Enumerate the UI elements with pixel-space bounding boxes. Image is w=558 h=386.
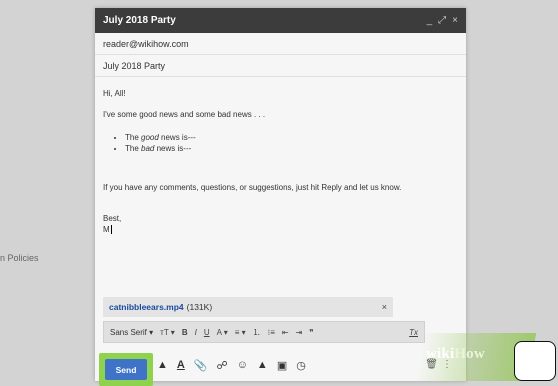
send-button[interactable]: Send <box>105 359 147 380</box>
cursor-box <box>514 341 556 381</box>
underline-button[interactable]: U <box>204 328 210 337</box>
body-line-2: If you have any comments, questions, or … <box>103 183 402 192</box>
drive-icon[interactable]: ▲ <box>257 359 268 372</box>
text-format-icon[interactable]: A <box>177 359 185 372</box>
quote-icon[interactable]: ❞ <box>309 328 313 337</box>
compose-bottom-bar: Send ▲ A 📎 ☍ ☺ ▲ ▣ ◷ 🗑 ⋮ <box>95 349 466 386</box>
bullet-item: The bad news is--- <box>125 143 458 154</box>
remove-attachment-icon[interactable]: × <box>382 302 387 312</box>
confidential-icon[interactable]: ◷ <box>296 359 306 372</box>
text-color-select[interactable]: A ▾ <box>217 328 228 337</box>
background-policies-link[interactable]: n Policies <box>0 253 39 263</box>
body-line-1: I've some good news and some bad news . … <box>103 110 266 119</box>
compose-titlebar[interactable]: July 2018 Party _ ⤢ × <box>95 8 466 33</box>
bold-button[interactable]: B <box>182 328 188 337</box>
format-icon[interactable]: ▲ <box>157 359 168 372</box>
compose-title: July 2018 Party <box>103 15 176 26</box>
indent-less-icon[interactable]: ⇤ <box>282 328 289 337</box>
emoji-icon[interactable]: ☺ <box>237 359 248 372</box>
expand-icon[interactable]: ⤢ <box>438 15 446 26</box>
attachment-name[interactable]: catnibbleears.mp4 <box>109 302 184 312</box>
photo-icon[interactable]: ▣ <box>277 359 287 372</box>
link-icon[interactable]: ☍ <box>217 359 228 372</box>
send-highlight: Send <box>99 353 153 386</box>
attach-icon[interactable]: 📎 <box>194 359 208 372</box>
close-icon[interactable]: × <box>452 15 458 26</box>
greeting: Hi, All! <box>103 89 126 98</box>
message-body[interactable]: Hi, All! I've some good news and some ba… <box>103 88 458 235</box>
signature: M <box>103 225 112 234</box>
bullet-item: The good news is--- <box>125 132 458 143</box>
minimize-icon[interactable]: _ <box>427 15 433 26</box>
font-family-select[interactable]: Sans Serif ▾ <box>110 328 153 337</box>
compose-window: July 2018 Party _ ⤢ × reader@wikihow.com… <box>95 8 466 386</box>
numbered-list-icon[interactable]: ⒈ <box>253 327 261 338</box>
wikihow-watermark: wikiHow <box>426 346 485 362</box>
formatting-toolbar: Sans Serif ▾ ᴛT ▾ B I U A ▾ ≡ ▾ ⒈ ⁝≡ ⇤ ⇥… <box>103 321 425 343</box>
signoff: Best, <box>103 214 122 223</box>
align-select[interactable]: ≡ ▾ <box>235 328 246 337</box>
bulleted-list-icon[interactable]: ⁝≡ <box>268 328 275 337</box>
clear-formatting-icon[interactable]: Tx <box>409 328 418 337</box>
attachment-size: (131K) <box>186 302 213 312</box>
indent-more-icon[interactable]: ⇥ <box>296 328 303 337</box>
attachment-chip[interactable]: catnibbleears.mp4 (131K) × <box>103 297 393 317</box>
subject-field[interactable]: July 2018 Party <box>95 55 466 77</box>
italic-button[interactable]: I <box>195 328 197 337</box>
to-field[interactable]: reader@wikihow.com <box>95 33 466 55</box>
font-size-select[interactable]: ᴛT ▾ <box>160 328 175 337</box>
